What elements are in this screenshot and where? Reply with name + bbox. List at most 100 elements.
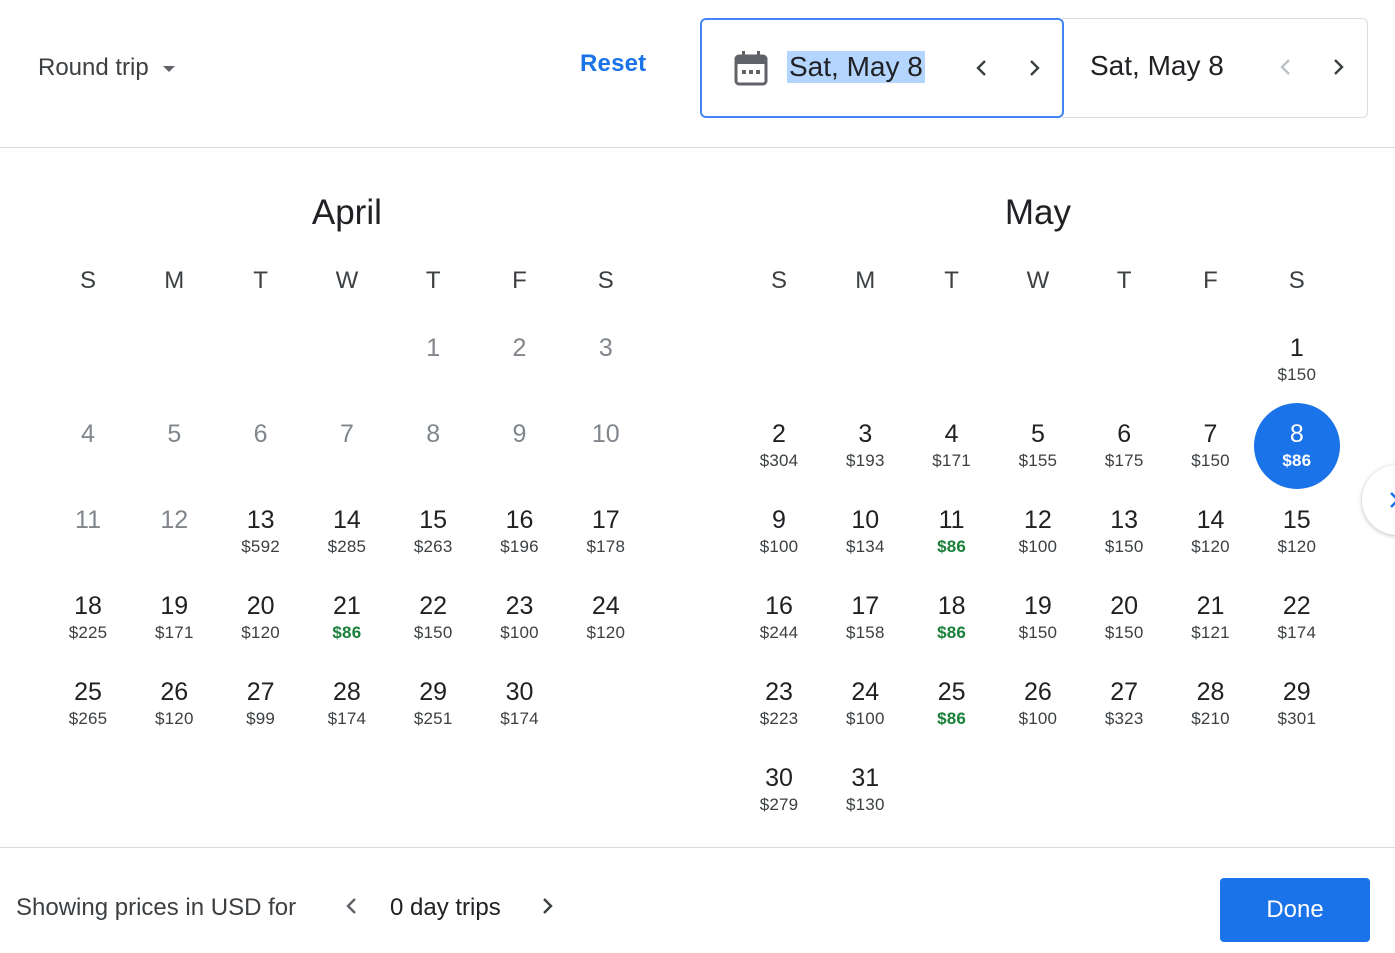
date-cell[interactable]: 26 $120 [131, 661, 217, 747]
date-price: $174 [500, 709, 539, 728]
date-cell[interactable]: 4 $171 [909, 403, 995, 489]
date-cell: 8 [390, 403, 476, 489]
selected-date-cell[interactable]: 8 $86 [1253, 403, 1340, 489]
date-cell[interactable]: 28 $174 [304, 661, 390, 747]
chevron-left-icon[interactable] [1274, 55, 1298, 79]
date-cell[interactable]: 29 $251 [390, 661, 476, 747]
date-cell[interactable]: 30 $279 [736, 747, 822, 833]
weekday-header: T [253, 267, 268, 294]
date-cell[interactable]: 10 $134 [822, 489, 908, 575]
date-price: $99 [246, 709, 276, 728]
date-number: 11 [75, 506, 101, 534]
weekday-header: S [79, 267, 97, 294]
date-cell[interactable]: 3 $193 [822, 403, 908, 489]
date-price: $120 [154, 709, 194, 728]
date-cell[interactable]: 19 $150 [995, 575, 1081, 661]
date-cell: 7 [304, 403, 390, 489]
date-cell[interactable]: 13 $592 [218, 489, 304, 575]
date-cell[interactable]: 22 $174 [1254, 575, 1340, 661]
date-cell[interactable]: 15 $263 [390, 489, 476, 575]
date-cell[interactable]: 26 $100 [995, 661, 1081, 747]
weekday-header: S [597, 267, 614, 294]
date-cell[interactable]: 25 $86 [909, 661, 995, 747]
date-cell[interactable]: 20 $150 [1081, 575, 1167, 661]
date-cell[interactable]: 28 $210 [1168, 661, 1254, 747]
date-price: $301 [1277, 709, 1317, 728]
date-price: $100 [845, 709, 885, 728]
date-price: $304 [759, 451, 799, 470]
date-cell[interactable]: 6 $175 [1081, 403, 1167, 489]
date-cell[interactable]: 9 $100 [736, 489, 822, 575]
date-cell[interactable]: 13 $150 [1081, 489, 1167, 575]
date-number: 31 [851, 764, 880, 792]
trip-length-text: 0 day trips [390, 894, 501, 921]
date-number: 16 [505, 506, 534, 534]
date-price: $130 [845, 795, 885, 814]
date-cell[interactable]: 24 $120 [563, 575, 649, 661]
weekday-header: W [335, 267, 359, 294]
date-cell[interactable]: 23 $100 [477, 575, 563, 661]
date-cell: 12 [131, 489, 217, 575]
date-cell[interactable]: 1 $150 [1254, 317, 1340, 403]
date-price: $100 [1018, 537, 1058, 556]
date-cell[interactable]: 25 $265 [45, 661, 131, 747]
date-cell[interactable]: 7 $150 [1168, 403, 1254, 489]
date-cell[interactable]: 16 $196 [477, 489, 563, 575]
return-date-text[interactable]: Sat, May 8 [1090, 50, 1224, 82]
departure-date-field[interactable]: Sat, May 8 [700, 18, 1064, 118]
date-price: $210 [1191, 709, 1230, 728]
date-cell[interactable]: 2 $304 [736, 403, 822, 489]
date-cell[interactable]: 27 $323 [1081, 661, 1167, 747]
date-number: 3 [598, 334, 613, 362]
chevron-right-icon[interactable] [1022, 56, 1046, 80]
date-number: 6 [253, 420, 268, 448]
date-cell[interactable]: 27 $99 [218, 661, 304, 747]
next-month-button[interactable] [1362, 465, 1395, 535]
chevron-right-icon [1390, 492, 1395, 508]
weekday-header: T [425, 267, 441, 294]
date-cell[interactable]: 20 $120 [218, 575, 304, 661]
date-cell[interactable]: 21 $86 [304, 575, 390, 661]
date-cell[interactable]: 29 $301 [1254, 661, 1340, 747]
date-cell[interactable]: 31 $130 [822, 747, 908, 833]
date-price: $150 [1277, 365, 1317, 384]
date-cell[interactable]: 14 $120 [1168, 489, 1254, 575]
date-cell[interactable]: 12 $100 [995, 489, 1081, 575]
date-cell[interactable]: 17 $158 [822, 575, 908, 661]
chevron-left-icon[interactable] [970, 56, 994, 80]
date-cell[interactable]: 5 $155 [995, 403, 1081, 489]
date-number: 21 [1196, 592, 1225, 620]
date-cell[interactable]: 22 $150 [390, 575, 476, 661]
date-price: $265 [68, 709, 108, 728]
done-button[interactable]: Done [1220, 878, 1370, 942]
date-cell[interactable]: 15 $120 [1254, 489, 1340, 575]
trip-type-dropdown[interactable]: Round trip [38, 50, 175, 86]
chevron-right-icon[interactable] [1326, 55, 1350, 79]
date-cell[interactable]: 21 $121 [1168, 575, 1254, 661]
return-date-field[interactable]: Sat, May 8 [1062, 18, 1368, 118]
date-number: 5 [1030, 420, 1045, 448]
date-number: 25 [74, 678, 102, 706]
date-price: $279 [759, 795, 799, 814]
trip-type-label: Round trip [38, 54, 149, 81]
date-cell[interactable]: 18 $225 [45, 575, 131, 661]
chevron-right-icon[interactable] [535, 894, 559, 918]
date-picker-header: Round trip Reset Sat, May 8 Sat, May 8 [0, 0, 1395, 148]
date-cell[interactable]: 18 $86 [909, 575, 995, 661]
reset-button[interactable]: Reset [580, 50, 646, 78]
weekday-header: F [512, 267, 527, 294]
date-cell[interactable]: 17 $178 [563, 489, 649, 575]
date-number: 13 [246, 506, 275, 534]
date-cell[interactable]: 30 $174 [477, 661, 563, 747]
date-price: $251 [413, 709, 453, 728]
chevron-left-icon[interactable] [340, 894, 364, 918]
date-cell[interactable]: 24 $100 [822, 661, 908, 747]
departure-date-text[interactable]: Sat, May 8 [787, 51, 925, 83]
date-cell[interactable]: 16 $244 [736, 575, 822, 661]
date-cell[interactable]: 14 $285 [304, 489, 390, 575]
date-picker-footer: Showing prices in USD for 0 day trips Do… [0, 847, 1395, 953]
date-cell[interactable]: 11 $86 [909, 489, 995, 575]
date-cell[interactable]: 23 $223 [736, 661, 822, 747]
date-cell[interactable]: 19 $171 [131, 575, 217, 661]
date-number: 20 [246, 592, 275, 620]
